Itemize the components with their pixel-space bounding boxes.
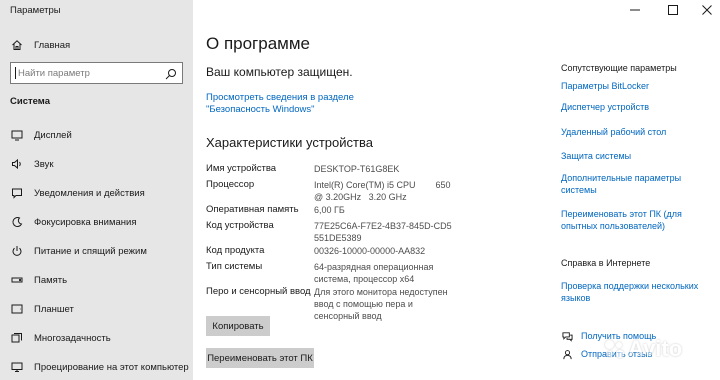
sidebar-item-label: Звук xyxy=(34,158,54,170)
sidebar-item-focus-assist[interactable]: Фокусировка внимания xyxy=(10,211,136,233)
feedback-icon xyxy=(561,348,573,360)
spec-label: Код устройства xyxy=(206,220,274,231)
sidebar-item-multitasking[interactable]: Многозадачность xyxy=(10,327,111,349)
spec-value-ram: 6,00 ГБ xyxy=(314,205,345,215)
power-icon xyxy=(10,244,24,258)
spec-label: Оперативная память xyxy=(206,204,299,215)
sidebar-item-tablet[interactable]: Планшет xyxy=(10,298,74,320)
search-icon[interactable] xyxy=(165,67,177,80)
sound-icon xyxy=(10,157,24,171)
minimize-icon xyxy=(630,2,640,20)
text-caret xyxy=(15,67,16,79)
sidebar-item-label: Дисплей xyxy=(34,129,72,141)
spec-value-device-name: DESKTOP-T61G8EK xyxy=(314,164,400,174)
related-settings-heading: Сопутствующие параметры xyxy=(561,63,677,73)
spec-value-system-type: 64-разрядная операционная система, проце… xyxy=(314,262,434,284)
focus-assist-icon xyxy=(10,215,24,229)
device-specs-title: Характеристики устройства xyxy=(206,135,373,150)
sidebar-item-notifications[interactable]: Уведомления и действия xyxy=(10,182,145,204)
avito-logo-icon xyxy=(604,338,626,360)
spec-value-pen-touch: Для этого монитора недоступен ввод с пом… xyxy=(314,287,448,321)
home-icon xyxy=(10,38,24,52)
section-title: Система xyxy=(10,96,50,107)
online-help-heading: Справка в Интернете xyxy=(561,258,651,268)
tablet-icon xyxy=(10,302,24,316)
language-support-link[interactable]: Проверка поддержки нескольких языков xyxy=(561,280,701,304)
close-button[interactable] xyxy=(692,0,720,22)
projecting-icon xyxy=(10,360,24,374)
minimize-button[interactable] xyxy=(620,0,650,22)
sidebar-item-label: Главная xyxy=(34,39,71,51)
spec-label: Тип системы xyxy=(206,261,263,272)
protection-status: Ваш компьютер защищен. xyxy=(206,65,353,79)
sidebar-item-home[interactable]: Главная xyxy=(10,34,70,56)
sidebar-item-label: Питание и спящий режим xyxy=(34,245,147,257)
spec-label: Имя устройства xyxy=(206,163,277,174)
rename-pc-advanced-link[interactable]: Переименовать этот ПК (для опытных польз… xyxy=(561,208,689,232)
maximize-button[interactable] xyxy=(658,0,688,22)
sidebar-item-projecting[interactable]: Проецирование на этот компьютер xyxy=(10,356,189,378)
avito-watermark: Avito xyxy=(604,336,682,362)
sidebar-item-sound[interactable]: Звук xyxy=(10,153,53,175)
multitasking-icon xyxy=(10,331,24,345)
sidebar-item-label: Память xyxy=(34,274,68,286)
system-protection-link[interactable]: Защита системы xyxy=(561,150,711,162)
maximize-icon xyxy=(668,2,678,20)
search-placeholder: Найти параметр xyxy=(18,68,90,79)
advanced-system-settings-link[interactable]: Дополнительные параметры системы xyxy=(561,172,689,196)
get-help-icon xyxy=(561,330,573,342)
remote-desktop-link[interactable]: Удаленный рабочий стол xyxy=(561,126,711,138)
copy-button[interactable]: Копировать xyxy=(206,316,270,336)
sidebar-item-label: Проецирование на этот компьютер xyxy=(34,361,189,373)
notifications-icon xyxy=(10,186,24,200)
spec-value-product-id: 00326-10000-00000-AA832 xyxy=(314,246,426,256)
sidebar-item-label: Многозадачность xyxy=(34,332,111,344)
search-input[interactable]: Найти параметр xyxy=(10,62,183,84)
spec-label: Перо и сенсорный ввод xyxy=(206,286,311,297)
spec-value-processor: Intel(R) Core(TM) i5 CPU 650 @ 3.20GHz 3… xyxy=(314,180,456,202)
windows-security-link[interactable]: Просмотреть сведения в разделе "Безопасн… xyxy=(206,92,416,116)
sidebar-item-storage[interactable]: Память xyxy=(10,269,67,291)
spec-label: Код продукта xyxy=(206,245,265,256)
sidebar-item-label: Уведомления и действия xyxy=(34,187,145,199)
display-icon xyxy=(10,128,24,142)
rename-pc-button[interactable]: Переименовать этот ПК xyxy=(206,348,314,368)
window-title: Параметры xyxy=(10,5,61,16)
close-icon xyxy=(702,2,712,20)
sidebar-item-label: Планшет xyxy=(34,303,74,315)
watermark-text: Avito xyxy=(628,336,683,361)
sidebar: Параметры Главная Найти параметр Система… xyxy=(0,0,193,380)
spec-value-device-id: 77E25C6A-F7E2-4B37-845D-CD5551DE5389 xyxy=(314,221,452,243)
sidebar-item-power[interactable]: Питание и спящий режим xyxy=(10,240,147,262)
sidebar-item-display[interactable]: Дисплей xyxy=(10,124,72,146)
storage-icon xyxy=(10,273,24,287)
bitlocker-link[interactable]: Параметры BitLocker xyxy=(561,80,711,92)
spec-label: Процессор xyxy=(206,179,255,190)
page-title: О программе xyxy=(206,34,311,53)
sidebar-item-label: Фокусировка внимания xyxy=(34,216,137,228)
device-manager-link[interactable]: Диспетчер устройств xyxy=(561,101,711,113)
